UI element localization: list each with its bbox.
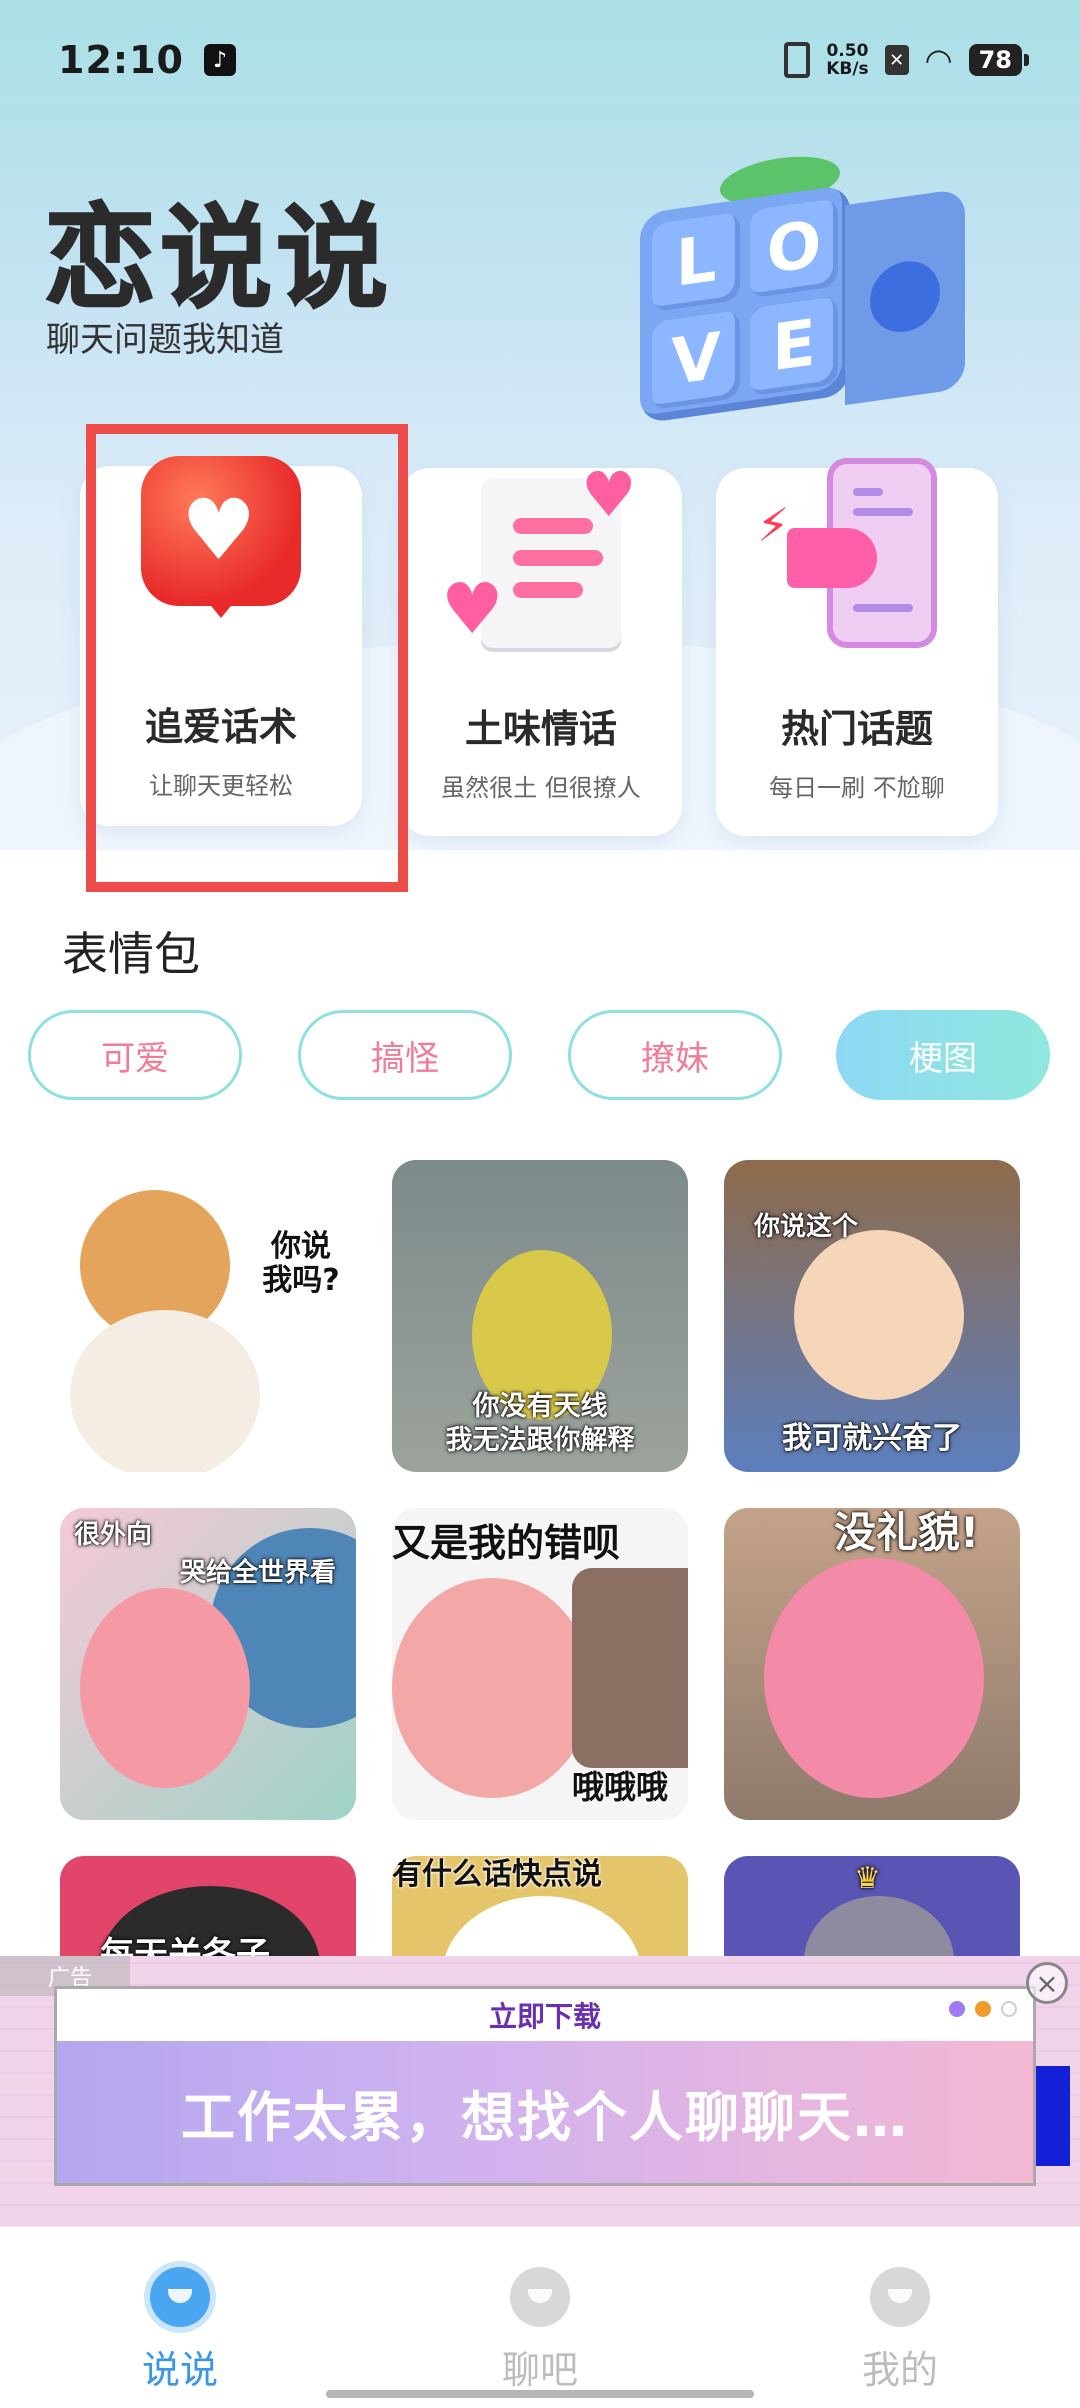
- sticker-caption: 我可就兴奋了: [782, 1421, 962, 1456]
- wifi-icon: ◠: [924, 41, 953, 79]
- cube-letter: O: [750, 198, 838, 299]
- nav-item-liaoba[interactable]: 聊吧: [440, 2267, 640, 2394]
- beaver-shape: [392, 1578, 592, 1798]
- tiktok-icon: ♪: [203, 44, 236, 76]
- dot-icon: [1001, 2001, 1017, 2017]
- phone-line: [853, 488, 883, 496]
- sticker-item[interactable]: 又是我的错呗 哦哦哦: [392, 1508, 688, 1820]
- window-dots: [949, 2001, 1017, 2017]
- cube-letter: V: [652, 309, 740, 411]
- tab-funny[interactable]: 搞怪: [298, 1010, 512, 1100]
- status-icons: 0.50 KB/s ✕ ◠ 78: [784, 41, 1030, 79]
- sticker-category-tabs: 可爱 搞怪 撩妹 梗图: [28, 1010, 1052, 1100]
- chat-bubble-icon: [150, 2267, 210, 2327]
- app-subtitle: 聊天问题我知道: [46, 320, 284, 360]
- sticker-caption: 没礼貌!: [834, 1508, 980, 1557]
- section-title-stickers: 表情包: [62, 927, 200, 981]
- face-shape: [794, 1230, 964, 1400]
- app-title: 恋说说: [43, 193, 392, 325]
- beaver-shape: [764, 1558, 984, 1798]
- phone-line: [853, 508, 913, 516]
- planet-icon: [510, 2267, 570, 2327]
- scroll-line: [513, 582, 583, 598]
- cat-body-shape: [70, 1310, 260, 1472]
- scroll-hearts-icon: ♥ ♥: [441, 458, 641, 668]
- ad-window[interactable]: 立即下载 工作太累，想找个人聊聊天…: [54, 1986, 1036, 2186]
- spark-icon: ⚡: [757, 498, 790, 552]
- net-speed: 0.50 KB/s: [826, 42, 868, 78]
- sticker-caption-top: 很外向: [74, 1520, 153, 1550]
- selection-highlight: [86, 424, 408, 892]
- dot-icon: [949, 2001, 965, 2017]
- nav-label: 说说: [141, 2348, 218, 2392]
- phone-line: [853, 604, 913, 612]
- sticker-caption-top: 你说这个: [754, 1212, 859, 1242]
- dot-icon: [975, 2001, 991, 2017]
- crown-icon: ♛: [854, 1861, 881, 1896]
- sticker-caption-top: 又是我的错呗: [392, 1521, 621, 1565]
- feature-card-title: 土味情话: [464, 707, 617, 751]
- pink-heart-icon: ♥: [581, 458, 637, 531]
- vibrate-icon: [784, 42, 811, 78]
- battery-icon: 78: [968, 44, 1030, 76]
- sticker-item[interactable]: 你说 我吗?: [60, 1160, 356, 1472]
- nav-item-shuoshuo[interactable]: 说说: [80, 2267, 280, 2394]
- beaver-shape: [80, 1588, 250, 1788]
- nav-label: 聊吧: [501, 2348, 578, 2392]
- sticker-caption: 你说 我吗?: [262, 1229, 340, 1298]
- sticker-item[interactable]: 你说这个 我可就兴奋了: [724, 1160, 1020, 1472]
- sticker-item[interactable]: 没礼貌!: [724, 1508, 1020, 1820]
- sticker-caption: 哦哦哦: [572, 1768, 669, 1806]
- profile-face-icon: [870, 2267, 930, 2327]
- sticker-item[interactable]: 你没有天线 我无法跟你解释: [392, 1160, 688, 1472]
- cube-face: L O V E: [640, 184, 850, 424]
- feature-card-subtitle: 每日一刷 不尬聊: [769, 774, 945, 802]
- heart-icon: [870, 256, 940, 337]
- feature-card-hot-topics[interactable]: ⚡ 热门话题 每日一刷 不尬聊: [716, 458, 998, 836]
- ad-download-title[interactable]: 立即下载: [57, 1995, 1033, 2035]
- tab-cute[interactable]: 可爱: [28, 1010, 242, 1100]
- megaphone-shape: [787, 528, 877, 588]
- sticker-item[interactable]: 很外向 哭给全世界看: [60, 1508, 356, 1820]
- cube-side: [845, 188, 965, 406]
- sticker-caption: 哭给全世界看: [180, 1558, 337, 1588]
- cube-letter: E: [750, 296, 838, 397]
- sim-x-icon: ✕: [884, 45, 909, 75]
- ad-close-button[interactable]: ×: [1026, 1962, 1068, 2004]
- nav-item-mine[interactable]: 我的: [800, 2267, 1000, 2394]
- feature-card-title: 热门话题: [780, 707, 933, 751]
- home-indicator[interactable]: [326, 2390, 754, 2398]
- volcano-shape: [572, 1568, 688, 1768]
- feature-card-subtitle: 虽然很土 但很撩人: [441, 774, 641, 802]
- ad-body-text[interactable]: 工作太累，想找个人聊聊天…: [57, 2041, 1033, 2183]
- status-time: 12:10: [58, 38, 184, 82]
- phone-megaphone-icon: ⚡: [757, 458, 957, 668]
- net-speed-value: 0.50: [826, 41, 869, 61]
- sticker-caption: 你没有天线 我无法跟你解释: [445, 1391, 635, 1456]
- scroll-line: [513, 550, 603, 566]
- bottom-nav: 说说 聊吧 我的: [0, 2226, 1080, 2408]
- cube-letter: L: [652, 211, 740, 313]
- sticker-caption: 有什么话快点说: [392, 1857, 602, 1892]
- tab-flirt[interactable]: 撩妹: [568, 1010, 782, 1100]
- ad-banner[interactable]: 广告 立即下载 工作太累，想找个人聊聊天… ×: [0, 1956, 1080, 2226]
- pink-heart-icon: ♥: [441, 568, 504, 650]
- status-bar: 12:10 ♪ 0.50 KB/s ✕ ◠ 78: [0, 0, 1080, 120]
- tab-memes[interactable]: 梗图: [836, 1010, 1050, 1100]
- net-speed-unit: KB/s: [826, 59, 869, 79]
- love-cube-illustration: L O V E: [630, 149, 990, 466]
- feature-card-cheesy-lines[interactable]: ♥ ♥ 土味情话 虽然很土 但很撩人: [400, 458, 682, 836]
- nav-label: 我的: [861, 2348, 938, 2392]
